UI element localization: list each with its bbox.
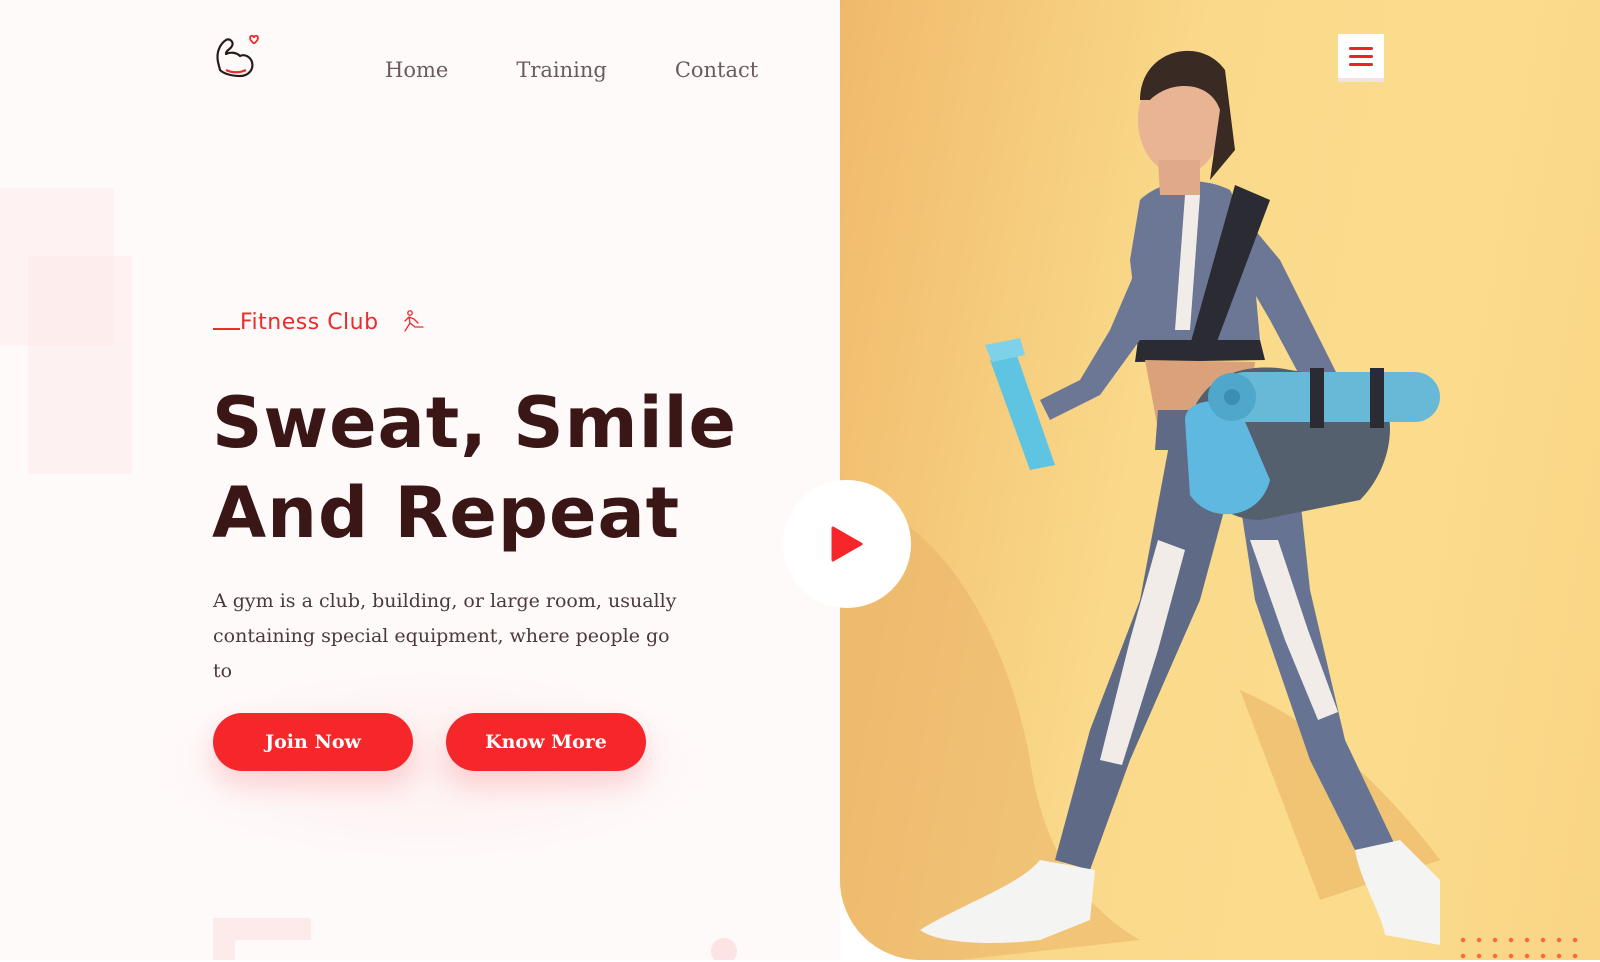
menu-bar bbox=[1349, 46, 1373, 50]
eyebrow-text: Fitness Club bbox=[240, 309, 379, 335]
hero-description: A gym is a club, building, or large room… bbox=[213, 590, 677, 682]
hero-photo-woman-walking bbox=[840, 50, 1440, 960]
button-glow bbox=[130, 660, 730, 870]
hero-headline: Sweat, Smile And Repeat bbox=[212, 378, 737, 558]
know-more-button[interactable]: Know More bbox=[446, 713, 646, 771]
hero-eyebrow: Fitness Club bbox=[213, 309, 427, 335]
decor-dot bbox=[711, 938, 737, 960]
nav-contact[interactable]: Contact bbox=[675, 58, 758, 82]
hero-left-panel: Home Training Contact Fitness Club Sweat… bbox=[0, 0, 840, 960]
decor-frame bbox=[213, 918, 311, 960]
play-video-button[interactable] bbox=[783, 480, 911, 608]
play-icon bbox=[831, 526, 863, 562]
headline-line-2: And Repeat bbox=[212, 472, 681, 554]
nav-home[interactable]: Home bbox=[385, 58, 448, 82]
eyebrow-line bbox=[213, 328, 240, 330]
menu-bar bbox=[1349, 62, 1373, 66]
decor-dots bbox=[1455, 932, 1580, 962]
menu-bar bbox=[1349, 54, 1373, 58]
hamburger-menu-icon[interactable] bbox=[1338, 34, 1384, 78]
flexed-arm-heart-icon[interactable] bbox=[212, 32, 264, 84]
runner-icon bbox=[403, 310, 424, 332]
hero-image-panel bbox=[840, 0, 1600, 960]
main-nav: Home Training Contact bbox=[385, 58, 826, 82]
decor-square bbox=[28, 256, 132, 474]
join-now-button[interactable]: Join Now bbox=[213, 713, 413, 771]
headline-line-1: Sweat, Smile bbox=[212, 382, 738, 464]
nav-training[interactable]: Training bbox=[516, 58, 607, 82]
